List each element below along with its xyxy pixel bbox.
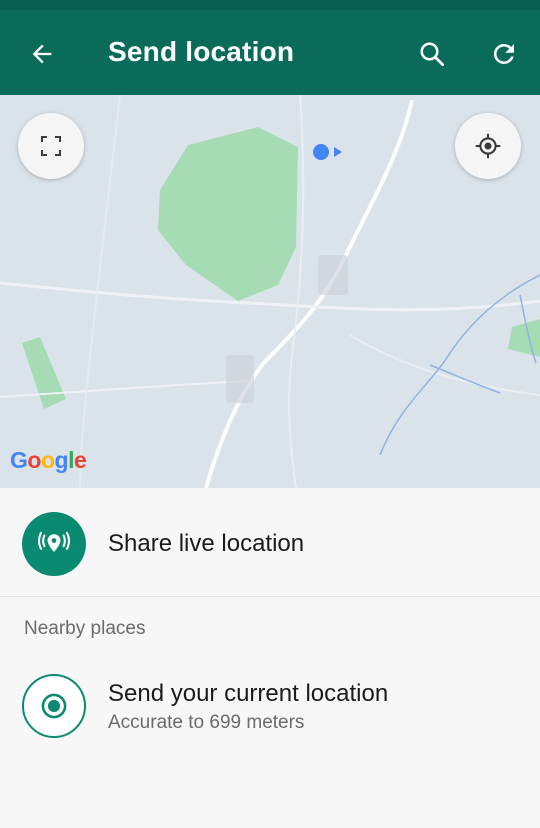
map-label-blur: [226, 355, 254, 403]
location-accuracy-text: Accurate to 699 meters: [108, 712, 305, 733]
search-button[interactable]: [412, 34, 452, 74]
current-location-icon-circle: [22, 674, 86, 738]
fullscreen-icon: [41, 136, 61, 156]
location-options-sheet: Share live location Nearby places Send y…: [0, 488, 540, 828]
live-location-pin-icon: [38, 531, 70, 552]
refresh-icon: [493, 43, 514, 64]
map-label-blur: [318, 255, 348, 295]
app-bar: Send location: [0, 0, 540, 95]
section-divider: [0, 596, 540, 597]
nearby-places-header: Nearby places: [24, 618, 146, 639]
fullscreen-button[interactable]: [18, 113, 84, 179]
send-location-screen: Send location Google Share live location…: [0, 0, 540, 828]
live-location-icon-circle: [22, 512, 86, 576]
status-bar: [0, 0, 540, 10]
crosshair-icon: [475, 133, 501, 159]
back-button[interactable]: [22, 34, 62, 74]
google-attribution-logo: Google: [10, 447, 87, 473]
search-icon: [420, 42, 444, 66]
radio-target-icon: [41, 693, 67, 719]
share-live-location-label: Share live location: [108, 530, 305, 557]
send-current-location-title: Send your current location: [108, 680, 389, 707]
share-live-location-row[interactable]: Share live location: [0, 488, 540, 598]
send-current-location-row[interactable]: Send your current location Accurate to 6…: [0, 658, 540, 753]
arrow-left-icon: [32, 44, 52, 64]
map-view[interactable]: Google: [0, 95, 540, 488]
page-title: Send location: [108, 36, 295, 67]
refresh-button[interactable]: [484, 34, 524, 74]
my-location-button[interactable]: [455, 113, 521, 179]
current-position-dot-icon: [313, 144, 329, 160]
